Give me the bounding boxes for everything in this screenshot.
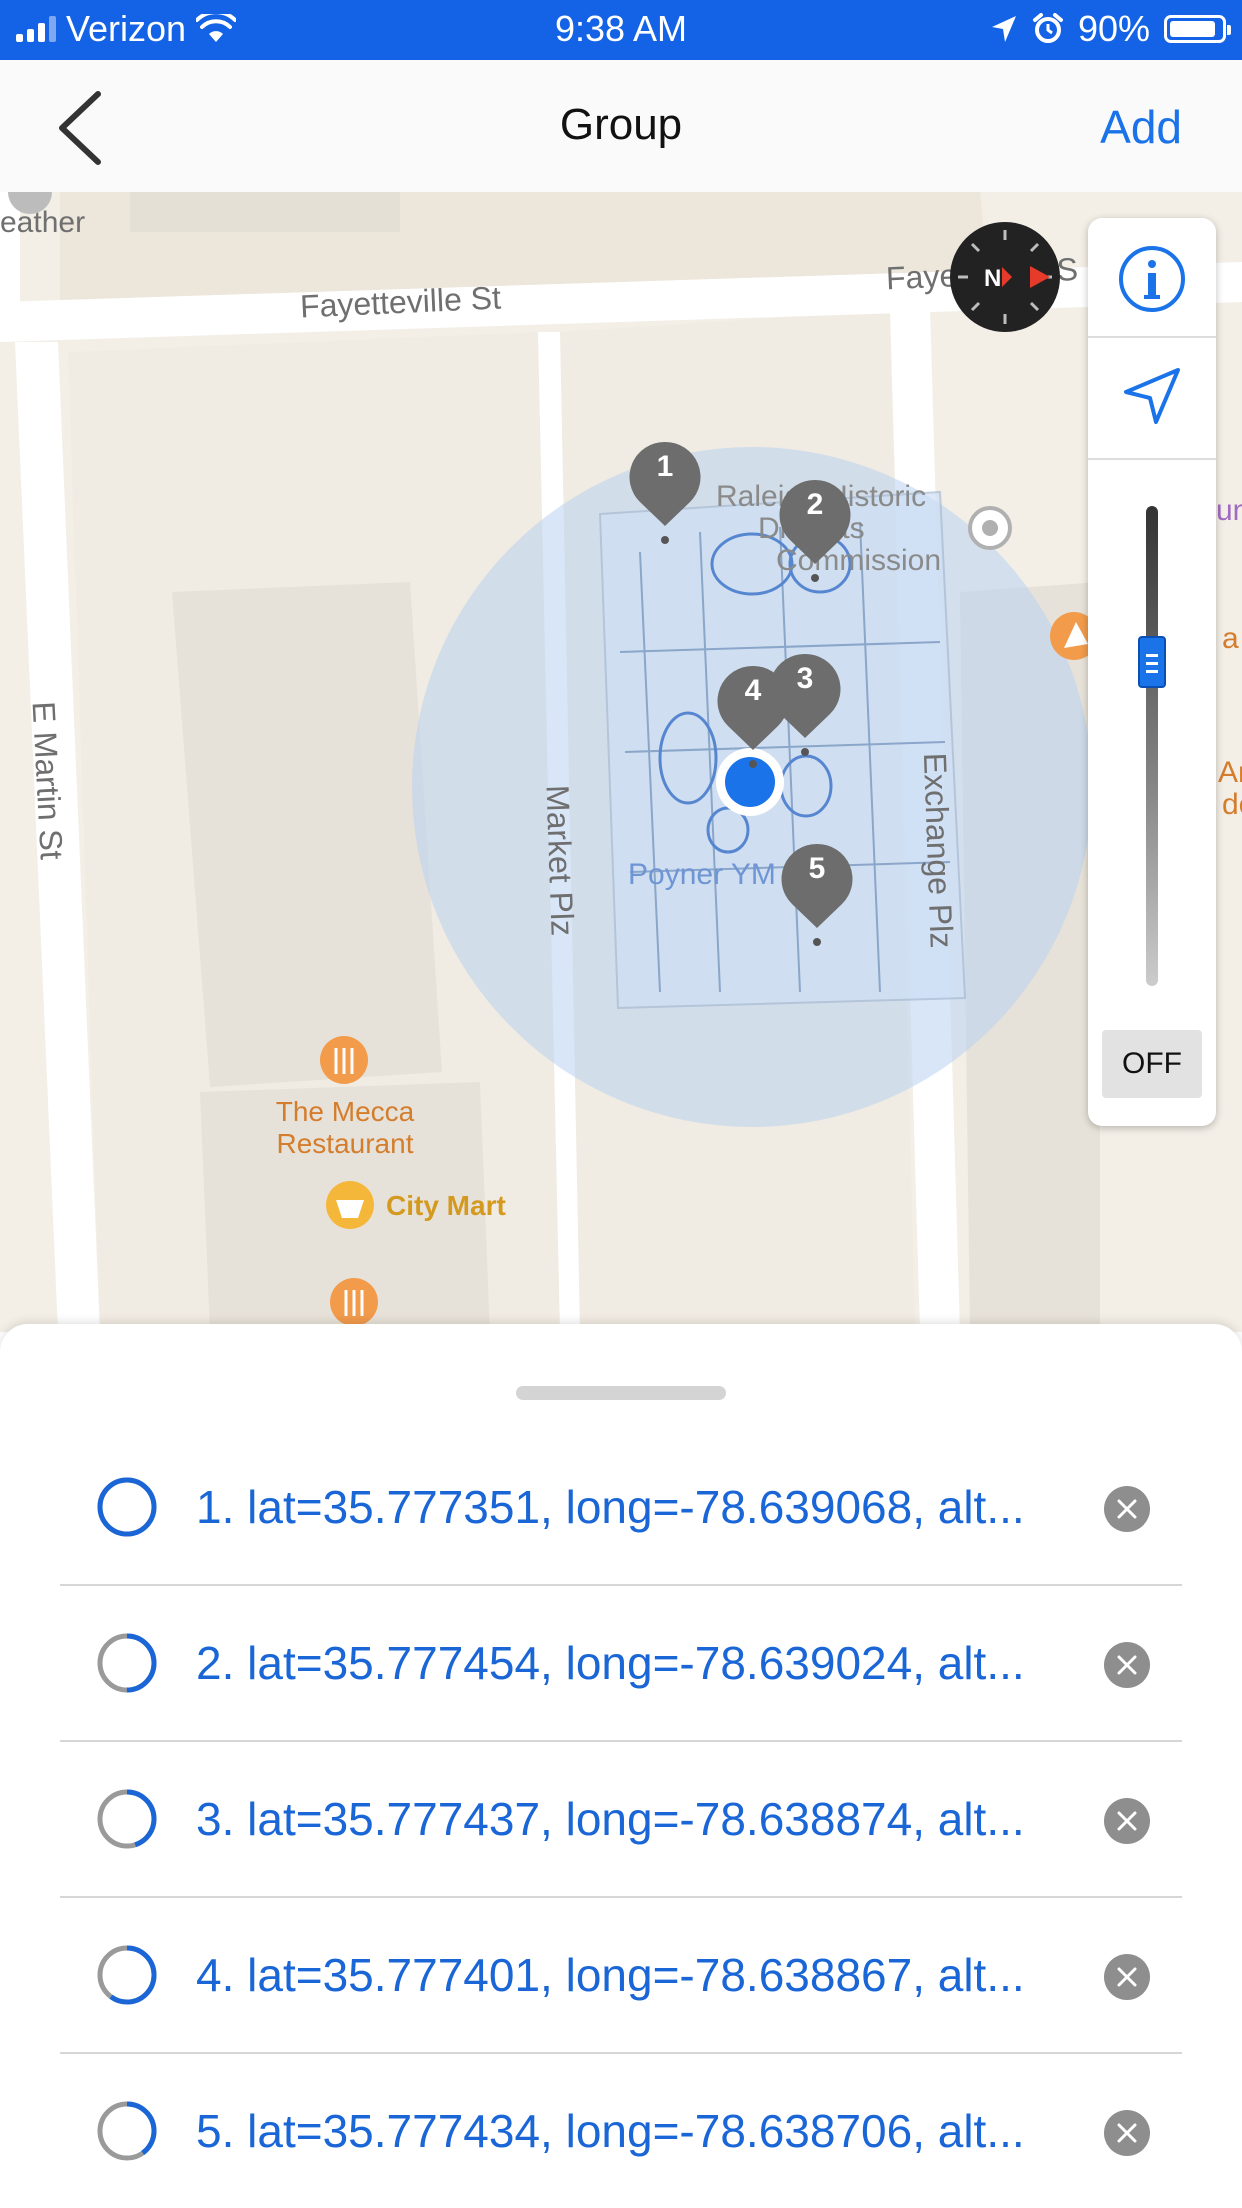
street-label-exchange: Exchange Plz	[916, 752, 960, 949]
poi-label-mecca-line1: The Mecca	[275, 1096, 415, 1127]
status-bar: Verizon 9:38 AM 90%	[0, 0, 1242, 60]
street-label-market: Market Plz	[539, 784, 581, 937]
close-icon	[1117, 1499, 1137, 1519]
remove-point-button[interactable]	[1104, 2110, 1150, 2156]
panel-divider	[1088, 336, 1216, 338]
marker-number: 4	[744, 674, 762, 707]
close-icon	[1117, 1967, 1137, 1987]
point-label: 2. lat=35.777454, long=-78.639024, alt..…	[196, 1637, 1025, 1689]
floor-slider-thumb[interactable]	[1138, 636, 1166, 688]
location-services-icon	[991, 16, 1016, 42]
map-marker-4[interactable]: 4	[716, 664, 790, 768]
remove-point-button[interactable]	[1104, 1798, 1150, 1844]
list-item[interactable]: 2. lat=35.777454, long=-78.639024, alt..…	[60, 1586, 1182, 1742]
close-icon	[1117, 2123, 1137, 2143]
battery-percent: 90%	[1077, 8, 1150, 49]
remove-point-button[interactable]	[1104, 1642, 1150, 1688]
progress-ring-icon	[97, 1945, 157, 2005]
place-label-edge-an: An	[1218, 756, 1242, 789]
info-icon[interactable]	[1117, 244, 1187, 314]
place-label-edge-de: de	[1222, 788, 1242, 821]
progress-ring-icon	[97, 1789, 157, 1849]
map-view[interactable]: eather Fayetteville St Fayette e S E Mar…	[0, 192, 1242, 1332]
battery-icon	[1164, 15, 1231, 43]
map-marker-2[interactable]: 2	[778, 478, 852, 582]
landmark-icon-center	[982, 520, 998, 536]
list-item[interactable]: 5. lat=35.777434, long=-78.638706, alt..…	[60, 2054, 1182, 2208]
poi-label-mecca: The Mecca Restaurant	[240, 1096, 450, 1160]
map-building	[130, 192, 400, 232]
compass-icon: N	[958, 230, 1052, 324]
compass-button[interactable]: N	[950, 222, 1060, 332]
list-item[interactable]: 4. lat=35.777401, long=-78.638867, alt..…	[60, 1898, 1182, 2054]
street-label-weather: eather	[0, 206, 86, 239]
progress-ring-icon	[97, 1477, 157, 1537]
panel-divider	[1088, 458, 1216, 460]
point-label: 1. lat=35.777351, long=-78.639068, alt..…	[196, 1481, 1025, 1533]
map-building	[172, 582, 442, 1087]
remove-point-button[interactable]	[1104, 1486, 1150, 1532]
svg-text:N: N	[984, 265, 1001, 292]
off-toggle-button[interactable]: OFF	[1102, 1030, 1202, 1098]
status-right-group: 90%	[990, 8, 1231, 50]
progress-ring-icon	[97, 2101, 157, 2161]
point-label: 5. lat=35.777434, long=-78.638706, alt..…	[196, 2105, 1025, 2157]
list-item[interactable]: 3. lat=35.777437, long=-78.638874, alt..…	[60, 1742, 1182, 1898]
place-label-poyner: Poyner YM	[628, 858, 776, 891]
add-button[interactable]: Add	[1100, 100, 1182, 154]
map-marker-1[interactable]: 1	[628, 440, 702, 544]
page-title: Group	[559, 100, 683, 149]
navigation-bar: Group Add	[0, 60, 1242, 194]
sheet-drag-handle[interactable]	[516, 1386, 726, 1400]
place-label-edge-as: a S	[1222, 622, 1242, 655]
place-label-edge-un: un	[1216, 494, 1242, 527]
points-bottom-sheet: 1. lat=35.777351, long=-78.639068, alt..…	[0, 1324, 1242, 2208]
map-canvas	[0, 192, 1242, 1332]
alarm-icon	[1032, 13, 1063, 43]
poi-label-city-mart: City Mart	[386, 1190, 506, 1221]
close-icon	[1117, 1655, 1137, 1675]
map-control-panel: OFF	[1088, 218, 1216, 1126]
remove-point-button[interactable]	[1104, 1954, 1150, 2000]
close-icon	[1117, 1811, 1137, 1831]
marker-number: 2	[806, 488, 824, 521]
poi-label-mecca-line2: Restaurant	[276, 1128, 414, 1159]
location-arrow-icon[interactable]	[1120, 364, 1184, 428]
floor-slider-track[interactable]	[1146, 506, 1158, 986]
marker-number: 5	[808, 852, 826, 885]
marker-number: 1	[656, 450, 674, 483]
progress-ring-icon	[97, 1633, 157, 1693]
map-marker-5[interactable]: 5	[780, 842, 854, 946]
point-label: 3. lat=35.777437, long=-78.638874, alt..…	[196, 1793, 1025, 1845]
list-item[interactable]: 1. lat=35.777351, long=-78.639068, alt..…	[60, 1430, 1182, 1586]
point-label: 4. lat=35.777401, long=-78.638867, alt..…	[196, 1949, 1025, 2001]
